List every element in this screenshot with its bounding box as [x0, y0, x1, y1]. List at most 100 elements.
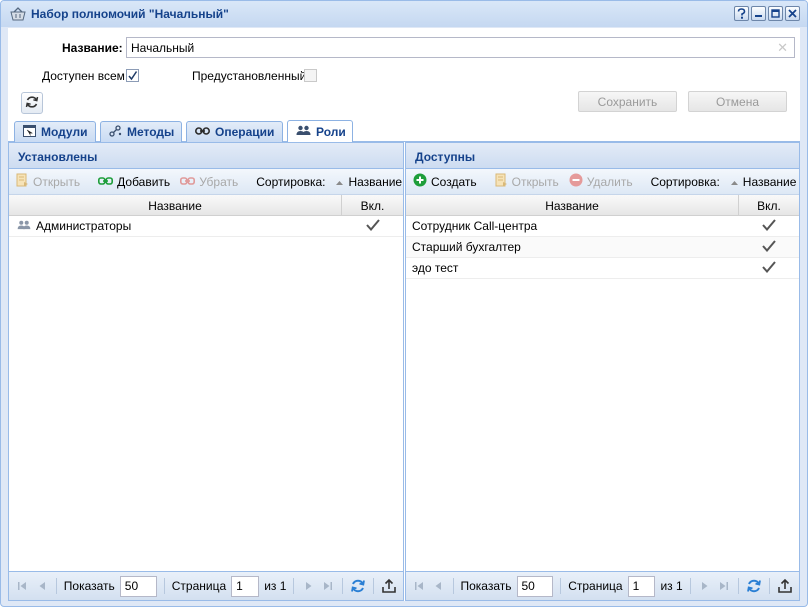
available-pager: Показать 50 Страница 1 из 1	[406, 571, 799, 600]
next-page-icon[interactable]	[301, 578, 315, 594]
available-page-size-input[interactable]: 50	[516, 575, 554, 597]
available-col-name[interactable]: Название	[406, 195, 739, 215]
remove-circle-icon	[569, 173, 583, 190]
users-icon	[17, 219, 31, 233]
table-row[interactable]: Старший бухгалтер	[406, 237, 799, 258]
available-grid-header: Название Вкл.	[406, 195, 799, 216]
export-icon[interactable]	[381, 578, 397, 594]
reload-icon[interactable]	[746, 578, 762, 594]
tab-operations-label: Операции	[215, 125, 275, 139]
row-enabled-cell[interactable]	[342, 218, 403, 234]
sort-asc-icon	[730, 175, 739, 189]
tab-methods-label: Методы	[127, 125, 175, 139]
row-enabled-cell[interactable]	[739, 218, 799, 234]
installed-remove-label: Убрать	[199, 174, 239, 189]
next-page-icon[interactable]	[698, 578, 712, 594]
available-toolbar: Создать Открыть Удалить Сортировка: Назв…	[406, 169, 799, 195]
help-icon[interactable]	[734, 6, 749, 21]
pager-separator	[293, 578, 295, 594]
installed-page-size-input[interactable]: 50	[119, 575, 157, 597]
cancel-button[interactable]: Отмена	[688, 91, 787, 112]
name-label: Название:	[62, 41, 123, 55]
pager-separator	[452, 578, 454, 594]
link-icon	[195, 125, 210, 139]
export-icon[interactable]	[777, 578, 793, 594]
installed-open-button[interactable]: Открыть	[13, 173, 83, 190]
tab-modules[interactable]: Модули	[14, 121, 96, 142]
checkmark-icon	[365, 218, 380, 234]
last-page-icon[interactable]	[717, 578, 731, 594]
tab-roles-label: Роли	[316, 125, 346, 139]
preset-checkbox[interactable]	[304, 69, 317, 82]
table-row[interactable]: Сотрудник Call-центра	[406, 216, 799, 237]
available-delete-button[interactable]: Удалить	[566, 173, 636, 190]
link-remove-icon	[180, 175, 196, 189]
refresh-button[interactable]	[21, 92, 43, 114]
tab-modules-label: Модули	[41, 125, 88, 139]
module-icon	[23, 124, 36, 140]
row-name: Администраторы	[36, 219, 132, 233]
name-input[interactable]: Начальный ✕	[126, 37, 795, 58]
installed-col-name[interactable]: Название	[9, 195, 342, 215]
installed-page-label: Страница	[171, 579, 227, 593]
available-create-button[interactable]: Создать	[410, 173, 480, 190]
tab-operations[interactable]: Операции	[186, 121, 283, 142]
public-label: Доступен всем:	[42, 69, 129, 83]
tab-strip: Модули Методы Операции Роли	[8, 119, 800, 143]
close-icon[interactable]	[785, 6, 800, 21]
row-name-cell: Администраторы	[9, 219, 342, 233]
row-name: эдо тест	[412, 261, 459, 275]
installed-panel: Установлены Открыть Добавить Убрать Сорт…	[8, 142, 404, 601]
open-icon	[495, 173, 508, 190]
installed-add-button[interactable]: Добавить	[95, 175, 173, 189]
pager-separator	[738, 578, 740, 594]
window-body: Название: Начальный ✕ Доступен всем: Пре…	[8, 28, 800, 601]
pager-separator	[560, 578, 562, 594]
installed-title: Установлены	[9, 143, 403, 169]
prev-page-icon[interactable]	[431, 578, 445, 594]
prev-page-icon[interactable]	[34, 578, 48, 594]
tab-methods[interactable]: Методы	[100, 121, 182, 142]
save-button[interactable]: Сохранить	[578, 91, 677, 112]
checkmark-icon	[762, 260, 776, 276]
first-page-icon[interactable]	[412, 578, 426, 594]
window-titlebar[interactable]: Набор полномочий "Начальный"	[1, 1, 807, 27]
available-sort-button[interactable]: Название	[727, 175, 799, 189]
row-enabled-cell[interactable]	[739, 260, 799, 276]
checkmark-icon	[762, 239, 776, 255]
available-col-enabled[interactable]: Вкл.	[739, 195, 799, 215]
window-title: Набор полномочий "Начальный"	[31, 7, 229, 21]
available-open-label: Открыть	[511, 174, 559, 189]
pager-separator	[769, 578, 770, 594]
installed-page-input[interactable]: 1	[231, 575, 260, 597]
last-page-icon[interactable]	[321, 578, 335, 594]
installed-remove-button[interactable]: Убрать	[177, 175, 241, 189]
methods-icon	[109, 124, 122, 140]
users-icon	[296, 125, 311, 139]
available-page-input[interactable]: 1	[627, 575, 656, 597]
available-open-button[interactable]: Открыть	[492, 173, 562, 190]
installed-page-of: из 1	[264, 579, 287, 593]
row-enabled-cell[interactable]	[739, 239, 799, 255]
maximize-icon[interactable]	[768, 6, 783, 21]
table-row[interactable]: Администраторы	[9, 216, 403, 237]
sort-asc-icon	[335, 175, 344, 189]
open-icon	[16, 173, 29, 190]
clear-icon[interactable]: ✕	[777, 40, 788, 56]
available-create-label: Создать	[431, 174, 477, 189]
first-page-icon[interactable]	[15, 578, 29, 594]
tab-roles[interactable]: Роли	[287, 120, 353, 143]
pager-separator	[342, 578, 344, 594]
installed-sort-field: Название	[348, 174, 403, 189]
installed-sort-button[interactable]: Название	[332, 174, 403, 189]
public-checkbox[interactable]	[126, 69, 139, 82]
installed-toolbar: Открыть Добавить Убрать Сортировка: Назв…	[9, 169, 403, 195]
installed-open-label: Открыть	[33, 174, 81, 189]
installed-pager: Показать 50 Страница 1 из 1	[9, 571, 403, 600]
table-row[interactable]: эдо тест	[406, 258, 799, 279]
available-page-label: Страница	[568, 579, 623, 593]
installed-col-enabled[interactable]: Вкл.	[342, 195, 403, 215]
name-input-value: Начальный	[131, 41, 195, 55]
minimize-icon[interactable]	[751, 6, 766, 21]
reload-icon[interactable]	[350, 578, 366, 594]
